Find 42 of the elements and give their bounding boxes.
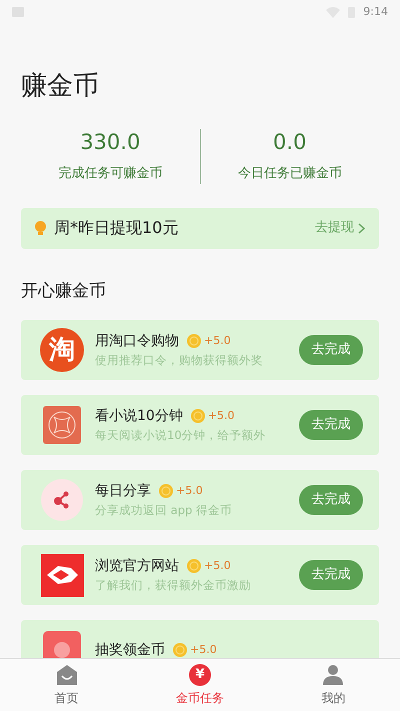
task-title: 每日分享	[95, 482, 151, 501]
person-icon	[322, 664, 344, 686]
light-bulb-icon	[35, 220, 46, 236]
stat-value: 330.0	[80, 129, 140, 155]
share-icon	[41, 479, 83, 521]
nav-tab[interactable]: ¥ 金币任务	[133, 659, 267, 711]
task-description: 了解我们，获得额外金币激励	[95, 576, 252, 594]
reward-amount: +5.0	[204, 558, 231, 574]
stat-label: 完成任务可赚金币	[58, 165, 162, 183]
task-title: 浏览官方网站	[95, 556, 179, 576]
page-title: 赚金币	[21, 70, 100, 103]
task-title: 看小说10分钟	[95, 406, 183, 426]
task-description: 分享成功返回 app 得金币	[95, 502, 233, 519]
withdraw-link[interactable]: 去提现	[315, 218, 365, 238]
yen-coin-icon: ¥	[188, 664, 211, 686]
reward-amount: +5.0	[176, 483, 203, 500]
taobao-logo-icon: 淘	[40, 328, 84, 372]
coin-icon	[190, 409, 205, 424]
complete-button[interactable]: 去完成	[299, 335, 363, 365]
status-time: 9:14	[363, 4, 388, 20]
complete-button[interactable]: 去完成	[299, 410, 363, 440]
coin-icon	[159, 484, 173, 498]
task-description: 使用推荐口令，购物获得额外奖	[95, 352, 264, 369]
home-icon	[56, 664, 78, 686]
reward-amount: +5.0	[208, 408, 235, 424]
notice-text: 周*昨日提现10元	[54, 217, 180, 239]
task-title: 抽奖领金币	[95, 640, 165, 658]
complete-button[interactable]: 去完成	[299, 485, 363, 515]
reward-amount: +5.0	[204, 333, 231, 350]
stat-label: 今日任务已赚金币	[238, 165, 342, 183]
section-title: 开心赚金币	[21, 280, 107, 302]
nav-tab[interactable]: 首页	[0, 659, 134, 711]
task-title: 用淘口令购物	[95, 332, 179, 351]
stat-value: 0.0	[273, 129, 306, 155]
coin-icon	[187, 334, 201, 348]
complete-button[interactable]: 去完成	[299, 560, 363, 590]
task-description: 每天阅读小说10分钟，给予额外	[95, 426, 267, 444]
coin-icon	[173, 643, 187, 657]
reward-amount: +5.0	[190, 642, 217, 658]
nav-tab[interactable]: 我的	[266, 659, 400, 711]
coin-icon	[187, 559, 201, 574]
chevron-right-icon	[358, 222, 365, 234]
